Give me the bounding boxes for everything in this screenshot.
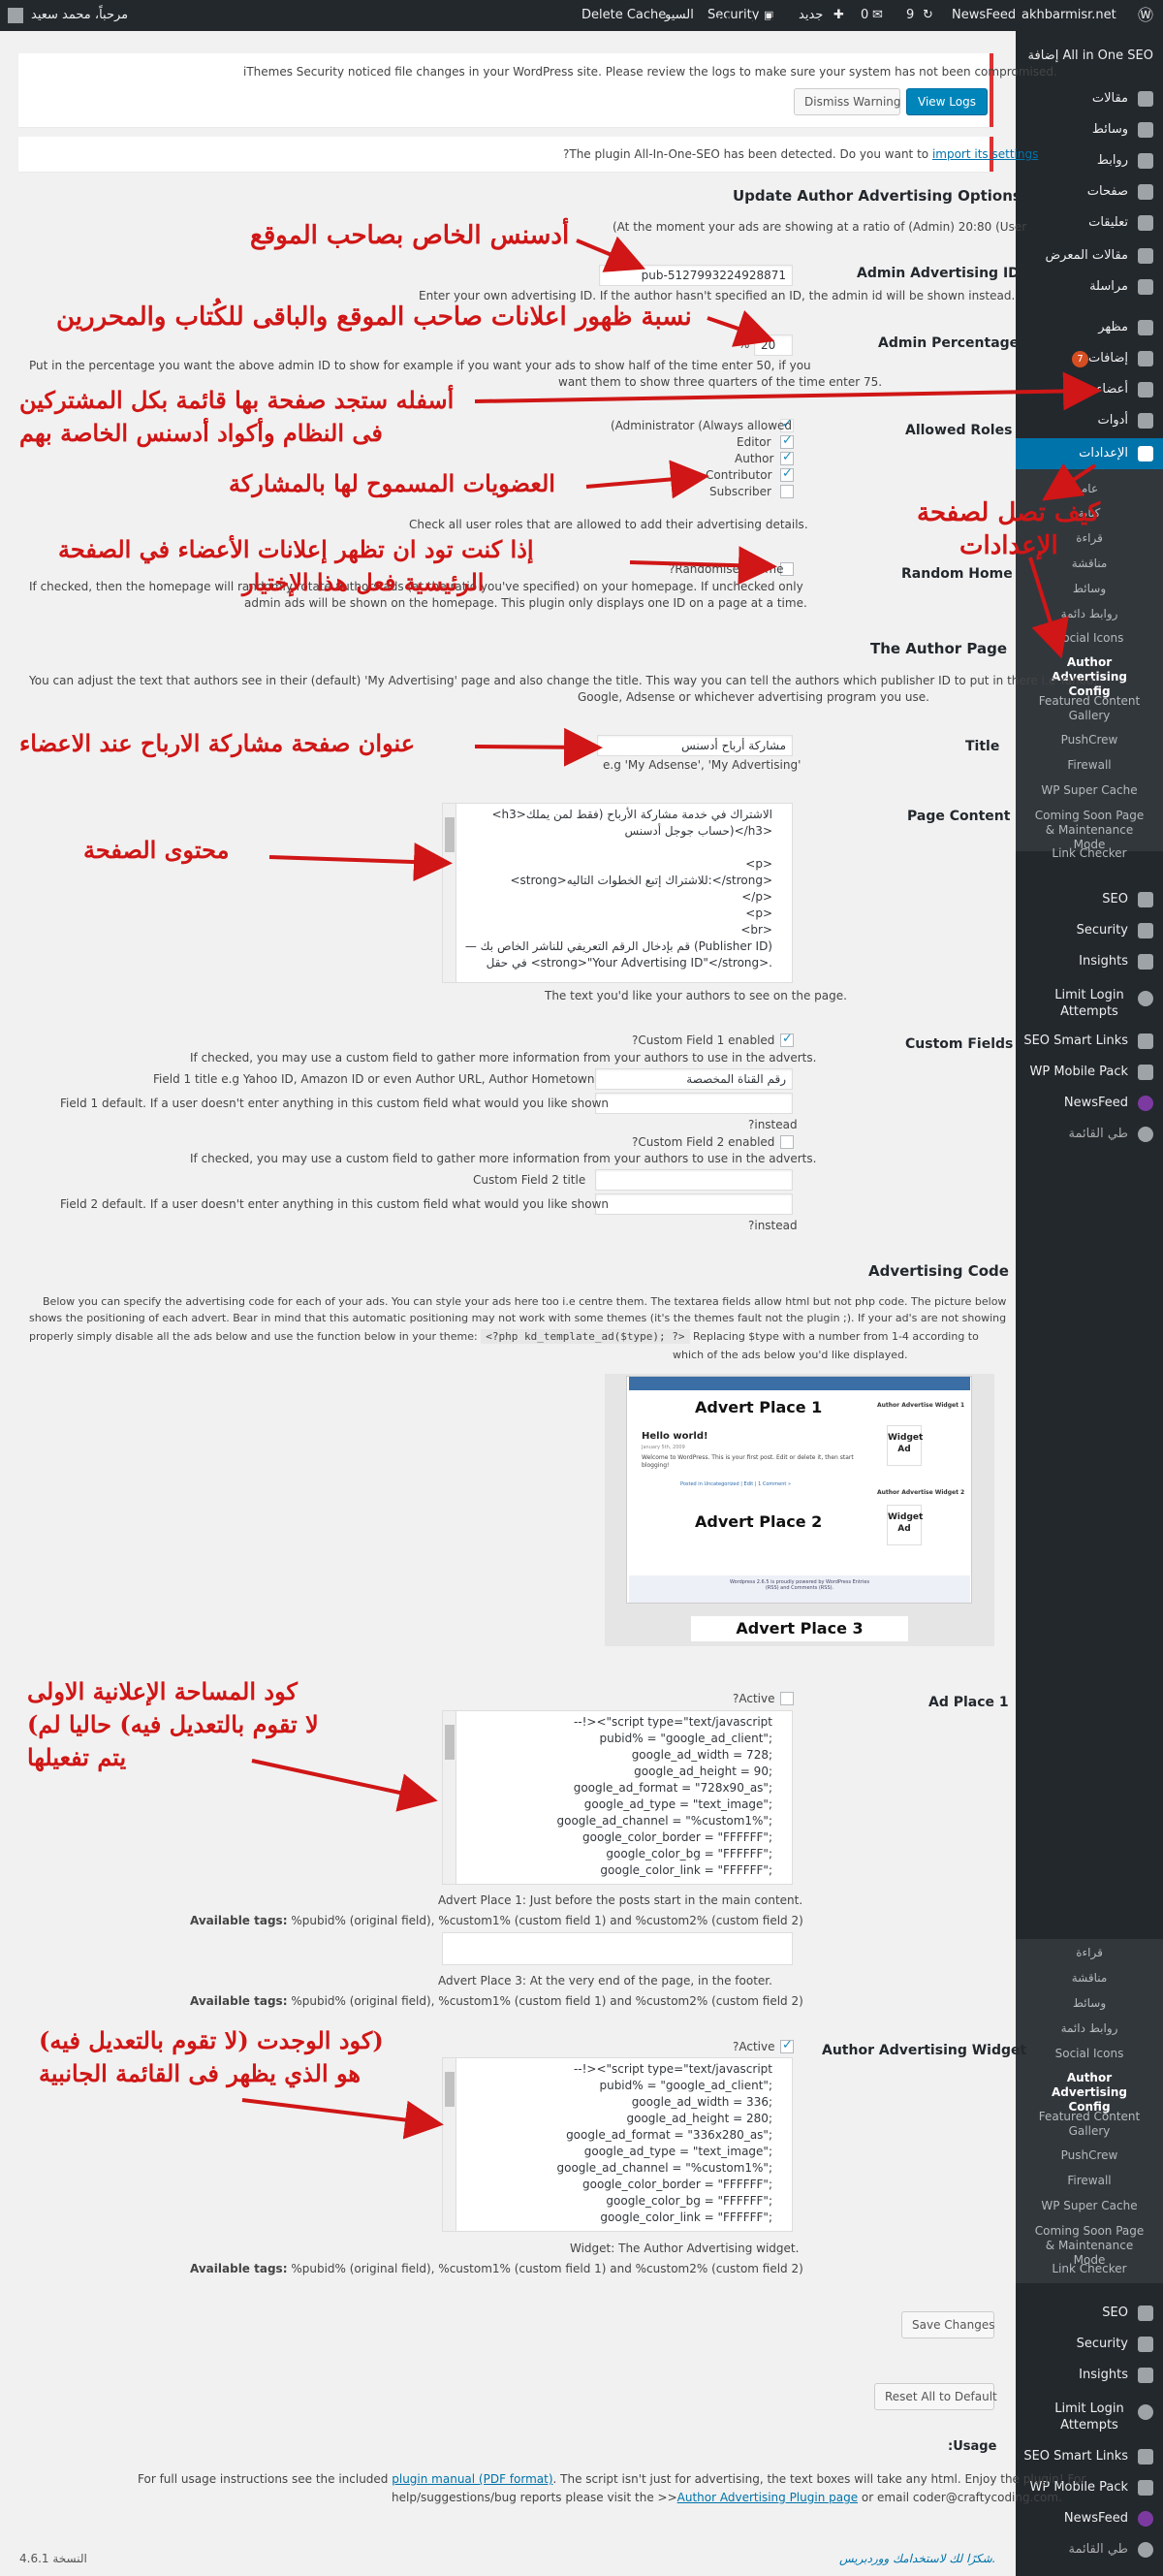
arrow — [629, 546, 777, 586]
arrow — [251, 1759, 438, 1812]
annotation: كيف تصل لصفحة — [917, 498, 1101, 527]
arrow — [268, 843, 453, 882]
annotation: إذا كنت تود ان تظهر إعلانات الأعضاء في ا… — [58, 535, 534, 563]
annotation: محتوى الصفحة — [83, 836, 230, 864]
arrow — [585, 460, 709, 499]
arrow — [1042, 462, 1097, 501]
arrow — [241, 2098, 444, 2140]
annotation: هو الذي يظهر فى القائمة الجانبية — [39, 2059, 361, 2087]
arrow — [576, 236, 646, 272]
arrow — [474, 371, 1102, 411]
arrow — [1028, 557, 1069, 659]
annotation: (كود الوجدت (لا تقوم بالتعديل فيه) — [39, 2026, 384, 2054]
annotation: كود المساحة الإعلانية الاولى — [27, 1677, 298, 1705]
annotation: الإعدادات — [959, 531, 1058, 560]
annotation: الرئيسية فعل هذا الإختيار — [242, 568, 485, 596]
annotation: عنوان صفحة مشاركة الارباح عند الاعضاء — [19, 729, 416, 757]
annotation: أدسنس الخاص بصاحب الموقع — [250, 221, 570, 250]
annotation: العضويات المسموح لها بالمشاركة — [229, 469, 555, 497]
arrow — [707, 309, 775, 347]
annotation: فى النظام وأكواد أدسنس الخاصة بهم — [19, 419, 383, 447]
annotation: أسفله ستجد صفحة بها قائمة بكل المشتركين — [19, 386, 455, 414]
annotation: لا تقوم بالتعديل فيه) حاليا لم) — [27, 1710, 319, 1738]
annotation: يتم تفعيلها — [27, 1743, 127, 1771]
annotation: نسبة ظهور اعلانات صاحب الموقع والباقى لل… — [56, 302, 692, 332]
